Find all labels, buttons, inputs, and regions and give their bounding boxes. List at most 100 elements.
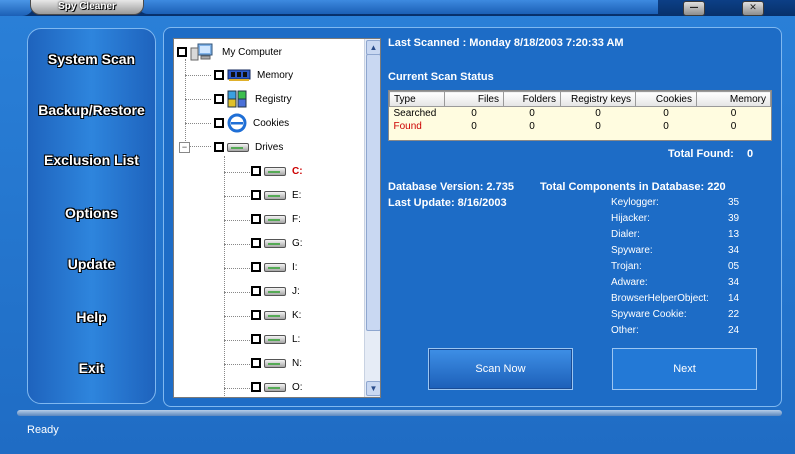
- browser-cookie-icon: [227, 113, 247, 133]
- table-cell: 0: [730, 121, 737, 132]
- scan-now-button[interactable]: Scan Now: [428, 348, 573, 390]
- table-cell: 0: [595, 121, 601, 132]
- drive-icon: [264, 358, 286, 368]
- tree-connector: [224, 172, 250, 173]
- component-name: BrowserHelperObject:: [611, 293, 709, 304]
- component-name: Hijacker:: [611, 213, 650, 224]
- tree-label: G:: [292, 237, 303, 249]
- update-button[interactable]: Update: [28, 256, 155, 272]
- memory-chip-icon: [227, 69, 251, 81]
- tree-connector: [224, 156, 225, 396]
- component-name: Dialer:: [611, 229, 640, 240]
- scan-status-heading: Current Scan Status: [388, 71, 494, 83]
- tree-scrollbar[interactable]: ▲ ▼: [364, 39, 380, 397]
- drive-icon: [264, 310, 286, 320]
- checkbox-drive[interactable]: [251, 358, 261, 368]
- app-window: Spy Cleaner — ✕ System Scan Backup/Resto…: [0, 0, 795, 454]
- help-button[interactable]: Help: [28, 309, 155, 325]
- tree-label: My Computer: [222, 46, 283, 58]
- tree-label: Memory: [257, 69, 294, 81]
- table-cell: 0: [663, 121, 669, 132]
- database-version-label: Database Version: 2.735: [388, 181, 514, 193]
- tree-label: L:: [292, 333, 301, 345]
- system-scan-button[interactable]: System Scan: [28, 51, 155, 67]
- component-count: 39: [728, 213, 740, 224]
- tree-node-drive-n[interactable]: N:: [251, 355, 302, 371]
- checkbox-drive[interactable]: [251, 286, 261, 296]
- component-count: 22: [728, 309, 740, 320]
- checkbox-drive[interactable]: [251, 190, 261, 200]
- options-button[interactable]: Options: [28, 205, 155, 221]
- checkbox-drive[interactable]: [251, 334, 261, 344]
- close-icon: ✕: [749, 3, 757, 13]
- computer-icon: [190, 43, 213, 61]
- checkbox-drive[interactable]: [251, 238, 261, 248]
- column-header-folders: Folders: [503, 91, 561, 107]
- component-count: 35: [728, 197, 740, 208]
- component-name: Trojan:: [611, 261, 642, 272]
- checkbox-memory[interactable]: [214, 70, 224, 80]
- table-cell: 0: [595, 108, 601, 119]
- checkbox-cookies[interactable]: [214, 118, 224, 128]
- column-header-memory: Memory: [696, 91, 771, 107]
- tree-connector: [224, 388, 250, 389]
- exclusion-list-button[interactable]: Exclusion List: [28, 152, 155, 168]
- tree-node-drive-o[interactable]: O:: [251, 379, 303, 395]
- scroll-thumb[interactable]: [366, 54, 380, 331]
- checkbox-drive[interactable]: [251, 310, 261, 320]
- checkbox-drive[interactable]: [251, 214, 261, 224]
- component-count: 34: [728, 277, 740, 288]
- drive-icon: [264, 286, 286, 296]
- tree-node-drives[interactable]: Drives: [214, 139, 283, 155]
- checkbox-drive[interactable]: [251, 262, 261, 272]
- drive-icon: [264, 166, 286, 176]
- tree-node-drive-g[interactable]: G:: [251, 235, 303, 251]
- table-header-row: Type Files Folders Registry keys Cookies…: [389, 91, 771, 107]
- scroll-up-icon[interactable]: ▲: [366, 40, 380, 55]
- close-button[interactable]: ✕: [742, 1, 764, 16]
- tree-connector: [224, 196, 250, 197]
- tree-expander-drives[interactable]: −: [179, 139, 190, 155]
- tree-node-drive-e[interactable]: E:: [251, 187, 301, 203]
- status-bar-text: Ready: [27, 424, 59, 436]
- drive-icon: [264, 214, 286, 224]
- minimize-button[interactable]: —: [683, 1, 705, 16]
- tree-node-drive-j[interactable]: J:: [251, 283, 300, 299]
- checkbox-drive[interactable]: [251, 382, 261, 392]
- tree-connector: [185, 99, 211, 100]
- scan-target-tree[interactable]: My Computer Memory Registry Cookies − Dr…: [173, 38, 381, 398]
- component-name: Other:: [611, 325, 639, 336]
- tree-node-cookies[interactable]: Cookies: [214, 113, 289, 133]
- component-count: 24: [728, 325, 740, 336]
- tree-node-drive-f[interactable]: F:: [251, 211, 301, 227]
- checkbox-drives[interactable]: [214, 142, 224, 152]
- tree-connector: [185, 75, 211, 76]
- checkbox-my-computer[interactable]: [177, 47, 187, 57]
- drive-icon: [227, 142, 249, 152]
- tree-connector: [224, 364, 250, 365]
- registry-icon: [227, 90, 247, 108]
- tree-node-my-computer[interactable]: My Computer: [177, 43, 283, 61]
- tree-node-drive-c[interactable]: C:: [251, 163, 303, 179]
- tree-node-drive-l[interactable]: L:: [251, 331, 300, 347]
- minimize-icon: —: [689, 3, 699, 13]
- collapse-icon[interactable]: −: [179, 141, 190, 153]
- checkbox-drive[interactable]: [251, 166, 261, 176]
- total-found-label: Total Found:: [668, 148, 734, 160]
- tree-node-drive-k[interactable]: K:: [251, 307, 301, 323]
- drive-icon: [264, 190, 286, 200]
- next-button[interactable]: Next: [612, 348, 757, 390]
- checkbox-registry[interactable]: [214, 94, 224, 104]
- tree-node-registry[interactable]: Registry: [214, 90, 292, 108]
- scroll-down-icon[interactable]: ▼: [366, 381, 380, 396]
- tree-label: Drives: [255, 141, 284, 153]
- tree-node-memory[interactable]: Memory: [214, 67, 293, 83]
- last-scanned-label: Last Scanned : Monday 8/18/2003 7:20:33 …: [388, 37, 624, 49]
- tree-node-drive-i[interactable]: I:: [251, 259, 298, 275]
- row-label-found: Found: [393, 121, 422, 132]
- backup-restore-button[interactable]: Backup/Restore: [28, 102, 155, 118]
- exit-button[interactable]: Exit: [28, 360, 155, 376]
- column-header-type: Type: [389, 91, 445, 107]
- component-count: 14: [728, 293, 740, 304]
- component-count: 13: [728, 229, 740, 240]
